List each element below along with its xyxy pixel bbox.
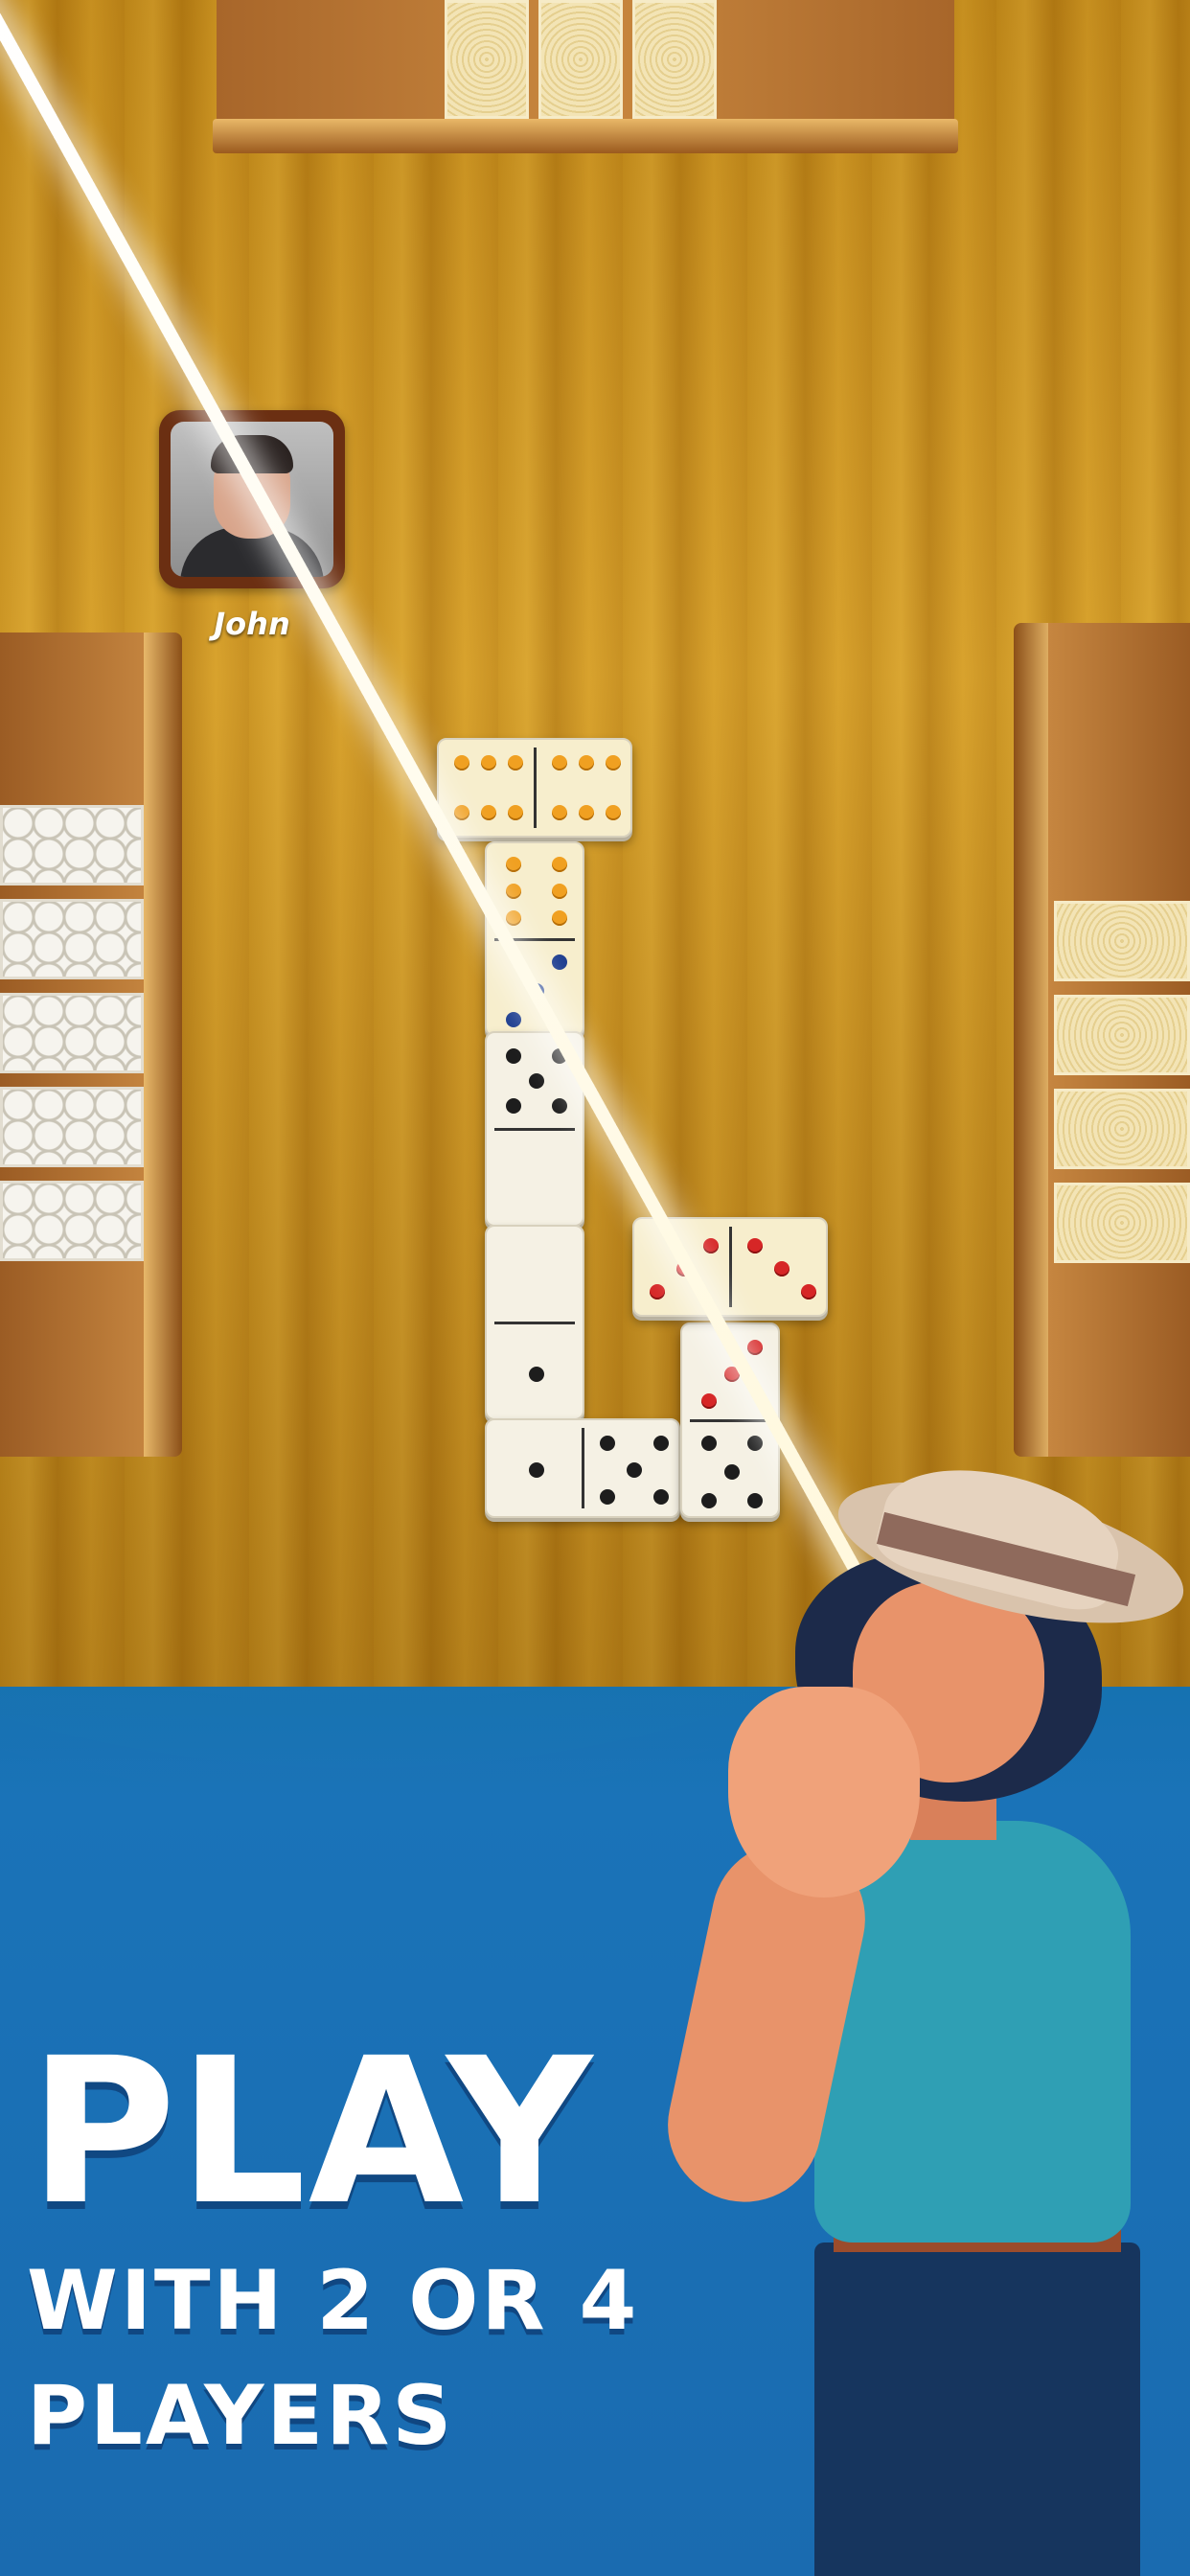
tile-back [1054, 901, 1190, 981]
domino-pip [454, 805, 469, 820]
domino-pip [481, 805, 496, 820]
domino-pip [606, 805, 621, 820]
tile-back [0, 899, 144, 979]
domino-pip [747, 1436, 763, 1451]
domino-pip [552, 884, 567, 899]
domino-pip [506, 910, 521, 926]
domino-pip [552, 1098, 567, 1114]
domino-pip [747, 1340, 763, 1355]
domino-pip [653, 1436, 669, 1451]
opponent-rack-right [1014, 623, 1190, 1457]
domino-pip [529, 1367, 544, 1382]
domino-pip [506, 1012, 521, 1027]
avatar-photo [171, 422, 333, 577]
domino-pip [774, 1261, 790, 1276]
domino-pip [506, 857, 521, 872]
domino-pip [506, 1048, 521, 1064]
domino-pip [454, 755, 469, 770]
tile-back [1054, 1183, 1190, 1263]
domino-pip [552, 954, 567, 970]
player-avatar[interactable] [159, 410, 345, 588]
domino-pip [600, 1489, 615, 1505]
game-screenshot: John PLAY WITH 2 OR 4 PLAYERS [0, 0, 1190, 2576]
domino-pip [552, 805, 567, 820]
tile-back [0, 1087, 144, 1167]
opponent-rack-top [213, 0, 958, 153]
tile-back [445, 0, 529, 119]
domino-pip [506, 884, 521, 899]
domino-pip [506, 1098, 521, 1114]
character-illustration [653, 1448, 1190, 2576]
domino-pip [529, 1462, 544, 1478]
domino-pip [801, 1284, 816, 1300]
domino-tile[interactable] [485, 1225, 584, 1420]
tile-back [632, 0, 717, 119]
domino-tile[interactable] [485, 1418, 680, 1518]
domino-pip [552, 755, 567, 770]
domino-pip [701, 1436, 717, 1451]
domino-pip [579, 805, 594, 820]
domino-tile[interactable] [437, 738, 632, 838]
subline-text-1: WITH 2 OR 4 [27, 2253, 640, 2349]
domino-pip [703, 1238, 719, 1254]
domino-pip [579, 755, 594, 770]
domino-pip [747, 1238, 763, 1254]
tile-back [1054, 995, 1190, 1075]
domino-pip [481, 755, 496, 770]
subline-text-2: PLAYERS [27, 2368, 455, 2464]
domino-pip [600, 1436, 615, 1451]
headline-text: PLAY [29, 2014, 595, 2249]
domino-pip [552, 857, 567, 872]
domino-pip [529, 1073, 544, 1089]
domino-pip [508, 805, 523, 820]
domino-pip [508, 755, 523, 770]
tile-back [538, 0, 623, 119]
domino-pip [701, 1393, 717, 1409]
domino-pip [552, 910, 567, 926]
tile-back [0, 993, 144, 1073]
domino-pip [653, 1489, 669, 1505]
domino-pip [650, 1284, 665, 1300]
domino-pip [627, 1462, 642, 1478]
opponent-rack-left [0, 632, 182, 1457]
domino-pip [606, 755, 621, 770]
tile-back [0, 1181, 144, 1261]
tile-back [0, 805, 144, 886]
tile-back [1054, 1089, 1190, 1169]
